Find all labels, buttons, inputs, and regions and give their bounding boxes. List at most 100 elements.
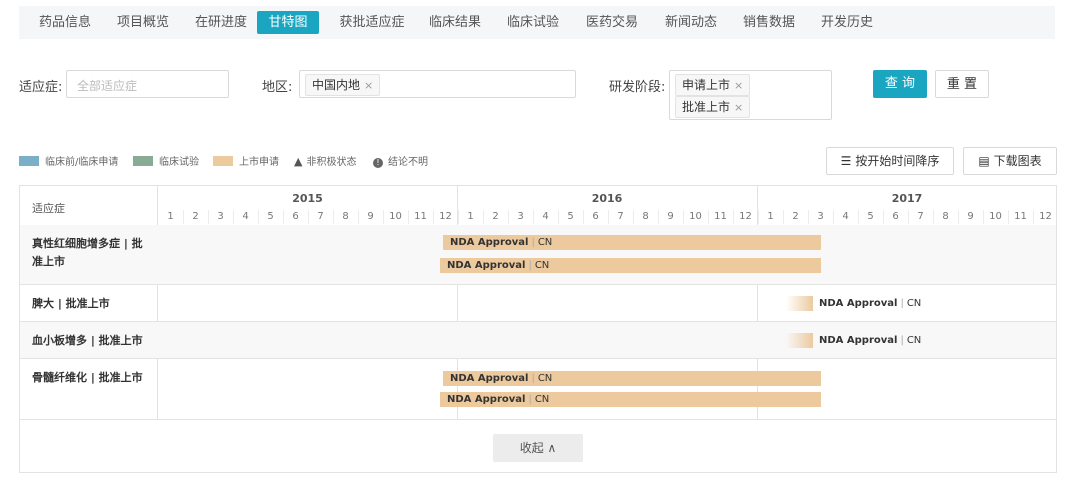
month-tick: 12	[739, 211, 752, 222]
month-tick: 11	[414, 211, 427, 222]
query-button[interactable]: 查 询	[873, 70, 927, 98]
month-divider	[308, 210, 309, 224]
month-divider	[858, 210, 859, 224]
month-tick: 10	[689, 211, 702, 222]
month-tick: 8	[642, 211, 649, 222]
document-icon: ▤	[978, 154, 990, 168]
tab-drug-info[interactable]: 药品信息	[27, 11, 103, 34]
month-tick: 4	[542, 211, 549, 222]
legend-item: ! 结论不明	[373, 153, 428, 168]
legend-swatch	[133, 156, 153, 166]
month-divider	[733, 210, 734, 224]
tab-news[interactable]: 新闻动态	[653, 11, 729, 34]
month-tick: 9	[367, 211, 374, 222]
table-row: 真性红细胞增多症 | 批准上市 NDA Approval | CN NDA Appr…	[20, 225, 1056, 285]
info-icon: !	[373, 158, 383, 168]
tab-sales-data[interactable]: 销售数据	[731, 11, 807, 34]
month-divider	[683, 210, 684, 224]
month-divider	[558, 210, 559, 224]
row-label: 真性红细胞增多症 | 批准上市	[32, 237, 143, 268]
remove-chip-icon[interactable]: ×	[734, 79, 743, 92]
gantt-bar[interactable]: NDA Approval | CN	[443, 235, 821, 250]
gantt-bar[interactable]: NDA Approval | CN	[443, 371, 821, 386]
legend-item: 临床试验	[133, 153, 199, 168]
month-tick: 1	[767, 211, 774, 222]
table-row: 血小板增多 | 批准上市 NDA Approval | CN	[20, 322, 1056, 359]
month-divider	[833, 210, 834, 224]
gantt-bar[interactable]	[786, 333, 813, 348]
month-divider	[958, 210, 959, 224]
month-tick: 7	[917, 211, 924, 222]
legend-swatch	[19, 156, 39, 166]
month-tick: 12	[1039, 211, 1052, 222]
tab-rd-progress[interactable]: 在研进度	[183, 11, 259, 34]
remove-chip-icon[interactable]: ×	[364, 79, 373, 92]
month-tick: 2	[192, 211, 199, 222]
tab-gantt[interactable]: 甘特图	[257, 11, 319, 34]
month-tick: 9	[967, 211, 974, 222]
month-divider	[808, 210, 809, 224]
stage-select[interactable]: 申请上市 × 批准上市 ×	[669, 70, 832, 120]
tab-approved-indications[interactable]: 获批适应症	[327, 11, 417, 34]
month-divider	[583, 210, 584, 224]
tab-bar: 药品信息 项目概览 在研进度 甘特图 获批适应症 临床结果 临床试验 医药交易 …	[19, 6, 1055, 39]
tab-pharma-deals[interactable]: 医药交易	[574, 11, 650, 34]
triangle-icon: ▲	[294, 155, 303, 168]
remove-chip-icon[interactable]: ×	[734, 101, 743, 114]
reset-button[interactable]: 重 置	[935, 70, 989, 98]
month-divider	[183, 210, 184, 224]
tab-clinical-results[interactable]: 临床结果	[417, 11, 493, 34]
month-divider	[608, 210, 609, 224]
month-divider	[933, 210, 934, 224]
tab-clinical-trials[interactable]: 临床试验	[495, 11, 571, 34]
month-tick: 4	[242, 211, 249, 222]
gantt-bar[interactable]: NDA Approval | CN	[440, 392, 821, 407]
month-divider	[433, 210, 434, 224]
month-tick: 3	[217, 211, 224, 222]
month-tick: 5	[267, 211, 274, 222]
tab-project-overview[interactable]: 项目概览	[105, 11, 181, 34]
month-tick: 5	[567, 211, 574, 222]
indication-select[interactable]: 全部适应症	[66, 70, 229, 98]
month-tick: 6	[292, 211, 299, 222]
gantt-bar[interactable]: NDA Approval | CN	[440, 258, 821, 273]
month-divider	[1033, 210, 1034, 224]
month-divider	[783, 210, 784, 224]
legend-item: 临床前/临床申请	[19, 153, 118, 168]
month-tick: 2	[792, 211, 799, 222]
month-divider	[383, 210, 384, 224]
month-divider	[208, 210, 209, 224]
region-select[interactable]: 中国内地 ×	[299, 70, 576, 98]
month-tick: 2	[492, 211, 499, 222]
tab-dev-history[interactable]: 开发历史	[809, 11, 885, 34]
month-tick: 10	[989, 211, 1002, 222]
stage-chip: 申请上市 ×	[675, 74, 751, 96]
month-divider	[758, 210, 759, 224]
month-divider	[658, 210, 659, 224]
month-tick: 7	[617, 211, 624, 222]
month-tick: 7	[317, 211, 324, 222]
month-tick: 3	[517, 211, 524, 222]
gantt-bar-label: NDA Approval | CN	[819, 335, 922, 346]
month-divider	[458, 210, 459, 224]
month-divider	[358, 210, 359, 224]
month-tick: 11	[714, 211, 727, 222]
year-2016: 2016	[591, 192, 623, 205]
sort-button[interactable]: ☰ 按开始时间降序	[826, 147, 954, 175]
month-tick: 8	[942, 211, 949, 222]
gantt-bar[interactable]	[786, 296, 813, 311]
month-tick: 5	[867, 211, 874, 222]
indication-label: 适应症:	[19, 80, 63, 95]
stage-label: 研发阶段:	[609, 80, 666, 95]
row-label: 脾大 | 批准上市	[32, 297, 110, 310]
month-divider	[483, 210, 484, 224]
month-divider	[633, 210, 634, 224]
collapse-button[interactable]: 收起 ∧	[493, 434, 583, 462]
legend-item: ▲ 非积极状态	[294, 155, 357, 168]
month-tick: 8	[342, 211, 349, 222]
indication-placeholder: 全部适应症	[77, 79, 138, 93]
table-row: 脾大 | 批准上市 NDA Approval | CN	[20, 285, 1056, 322]
month-tick: 1	[467, 211, 474, 222]
download-button[interactable]: ▤ 下载图表	[963, 147, 1057, 175]
region-label: 地区:	[262, 80, 293, 95]
